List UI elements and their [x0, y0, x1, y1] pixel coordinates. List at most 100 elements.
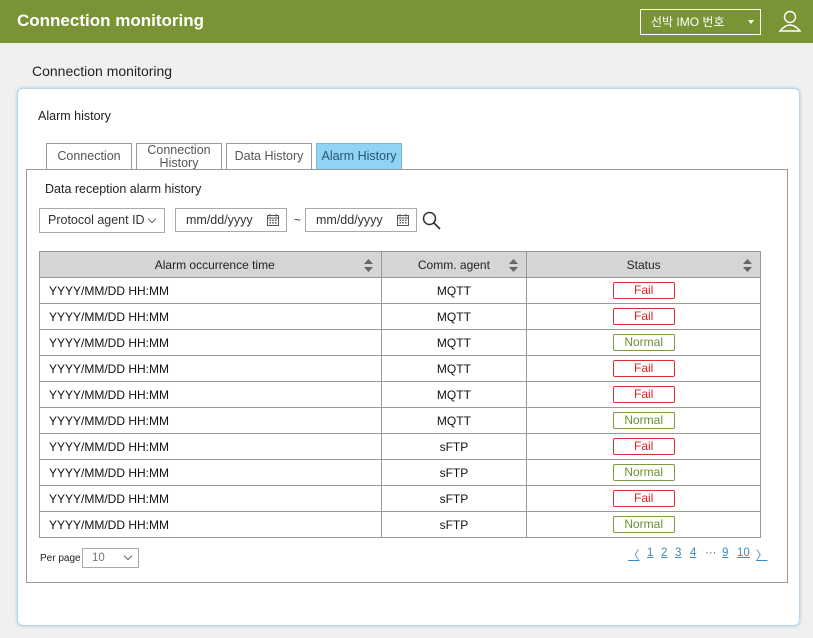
calendar-icon[interactable] — [267, 214, 279, 226]
page-title: Connection monitoring — [32, 63, 173, 79]
tab-data-history[interactable]: Data History — [226, 143, 312, 169]
ship-imo-select[interactable]: 선박 IMO 번호 — [640, 9, 761, 35]
cell-status: Normal — [526, 329, 761, 356]
cell-alarm-time: YYYY/MM/DD HH:MM — [39, 511, 382, 538]
per-page-select[interactable]: 10 — [82, 548, 139, 568]
status-badge: Fail — [612, 308, 675, 325]
cell-comm-agent: MQTT — [380, 381, 528, 408]
cell-status: Normal — [526, 459, 761, 486]
tab-connection-history[interactable]: Connection History — [136, 143, 222, 170]
tab-connection[interactable]: Connection — [46, 143, 132, 169]
table-row: YYYY/MM/DD HH:MM MQTT Normal — [39, 329, 761, 356]
caret-down-icon — [748, 20, 754, 24]
cell-status: Fail — [526, 433, 761, 460]
page-link-1[interactable]: 1 — [647, 547, 653, 559]
cell-comm-agent: MQTT — [380, 407, 528, 434]
cell-alarm-time: YYYY/MM/DD HH:MM — [39, 277, 382, 304]
page-prev[interactable]: 〈 — [628, 547, 640, 563]
cell-status: Normal — [526, 407, 761, 434]
tab-alarm-history[interactable]: Alarm History — [316, 143, 402, 169]
table-row: YYYY/MM/DD HH:MM MQTT Fail — [39, 303, 761, 330]
cell-status: Fail — [526, 303, 761, 330]
status-badge: Normal — [612, 412, 675, 429]
top-bar: Connection monitoring 선박 IMO 번호 — [0, 0, 813, 43]
status-badge: Fail — [612, 386, 675, 403]
col-header-time-label: Alarm occurrence time — [154, 257, 275, 272]
page-link-4[interactable]: 4 — [690, 547, 696, 559]
sort-icon[interactable] — [509, 259, 519, 272]
panel-title: Alarm history — [38, 109, 111, 123]
page-next[interactable]: 〉 — [756, 547, 768, 563]
cell-alarm-time: YYYY/MM/DD HH:MM — [39, 329, 382, 356]
col-header-agent-label: Comm. agent — [417, 257, 490, 272]
cell-status: Normal — [526, 511, 761, 538]
table-row: YYYY/MM/DD HH:MM sFTP Normal — [39, 511, 761, 538]
status-badge: Normal — [612, 334, 675, 351]
table-header-row: Alarm occurrence time Comm. agent Status — [39, 251, 761, 278]
cell-status: Fail — [526, 381, 761, 408]
status-badge: Fail — [612, 490, 675, 507]
date-to-value: mm/dd/yyyy — [316, 213, 383, 227]
page-link-9[interactable]: 9 — [722, 547, 728, 559]
per-page-value: 10 — [92, 552, 105, 564]
col-header-agent[interactable]: Comm. agent — [380, 251, 528, 278]
cell-status: Fail — [526, 355, 761, 382]
table-row: YYYY/MM/DD HH:MM sFTP Normal — [39, 459, 761, 486]
date-to-input[interactable]: mm/dd/yyyy — [305, 208, 417, 232]
cell-status: Fail — [526, 485, 761, 512]
cell-comm-agent: sFTP — [380, 433, 528, 460]
cell-alarm-time: YYYY/MM/DD HH:MM — [39, 381, 382, 408]
protocol-agent-select[interactable]: Protocol agent ID — [39, 208, 165, 233]
cell-comm-agent: MQTT — [380, 303, 528, 330]
tab-alarm-history-label: Alarm History — [321, 149, 397, 163]
sort-icon[interactable] — [743, 259, 752, 272]
col-header-time[interactable]: Alarm occurrence time — [39, 251, 382, 278]
chevron-down-icon — [147, 214, 157, 224]
alarm-table: Alarm occurrence time Comm. agent Status… — [39, 251, 761, 538]
table-row: YYYY/MM/DD HH:MM MQTT Fail — [39, 355, 761, 382]
table-row: YYYY/MM/DD HH:MM MQTT Normal — [39, 407, 761, 434]
section-subtitle: Data reception alarm history — [45, 182, 202, 196]
table-row: YYYY/MM/DD HH:MM MQTT Fail — [39, 277, 761, 304]
table-row: YYYY/MM/DD HH:MM sFTP Fail — [39, 433, 761, 460]
table-row: YYYY/MM/DD HH:MM MQTT Fail — [39, 381, 761, 408]
cell-comm-agent: sFTP — [380, 511, 528, 538]
cell-comm-agent: MQTT — [380, 329, 528, 356]
table-row: YYYY/MM/DD HH:MM sFTP Fail — [39, 485, 761, 512]
page-link-2[interactable]: 2 — [661, 547, 667, 559]
cell-comm-agent: MQTT — [380, 355, 528, 382]
page-link-3[interactable]: 3 — [675, 547, 681, 559]
date-from-value: mm/dd/yyyy — [186, 213, 253, 227]
user-icon[interactable] — [778, 9, 802, 33]
cell-alarm-time: YYYY/MM/DD HH:MM — [39, 459, 382, 486]
page-link-10[interactable]: 10 — [737, 547, 750, 559]
status-badge: Fail — [612, 438, 675, 455]
status-badge: Fail — [612, 282, 675, 299]
date-range-separator: ~ — [294, 213, 302, 227]
cell-alarm-time: YYYY/MM/DD HH:MM — [39, 433, 382, 460]
calendar-icon[interactable] — [397, 214, 409, 226]
tab-connection-label: Connection — [57, 149, 121, 163]
cell-comm-agent: sFTP — [380, 485, 528, 512]
tab-data-history-label: Data History — [234, 149, 304, 163]
search-icon[interactable] — [422, 211, 441, 230]
cell-alarm-time: YYYY/MM/DD HH:MM — [39, 355, 382, 382]
cell-comm-agent: MQTT — [380, 277, 528, 304]
ship-imo-select-label: 선박 IMO 번호 — [651, 15, 725, 29]
status-badge: Normal — [612, 464, 675, 481]
status-badge: Fail — [612, 360, 675, 377]
col-header-status-label: Status — [626, 257, 661, 272]
cell-alarm-time: YYYY/MM/DD HH:MM — [39, 485, 382, 512]
col-header-status[interactable]: Status — [526, 251, 761, 278]
cell-alarm-time: YYYY/MM/DD HH:MM — [39, 303, 382, 330]
cell-comm-agent: sFTP — [380, 459, 528, 486]
app-title: Connection monitoring — [17, 11, 204, 30]
status-badge: Normal — [612, 516, 675, 533]
sort-icon[interactable] — [363, 259, 373, 272]
protocol-agent-select-label: Protocol agent ID — [48, 213, 145, 227]
chevron-down-icon — [123, 551, 133, 561]
date-from-input[interactable]: mm/dd/yyyy — [175, 208, 287, 232]
cell-alarm-time: YYYY/MM/DD HH:MM — [39, 407, 382, 434]
cell-status: Fail — [526, 277, 761, 304]
page-ellipsis: ··· — [705, 547, 717, 559]
